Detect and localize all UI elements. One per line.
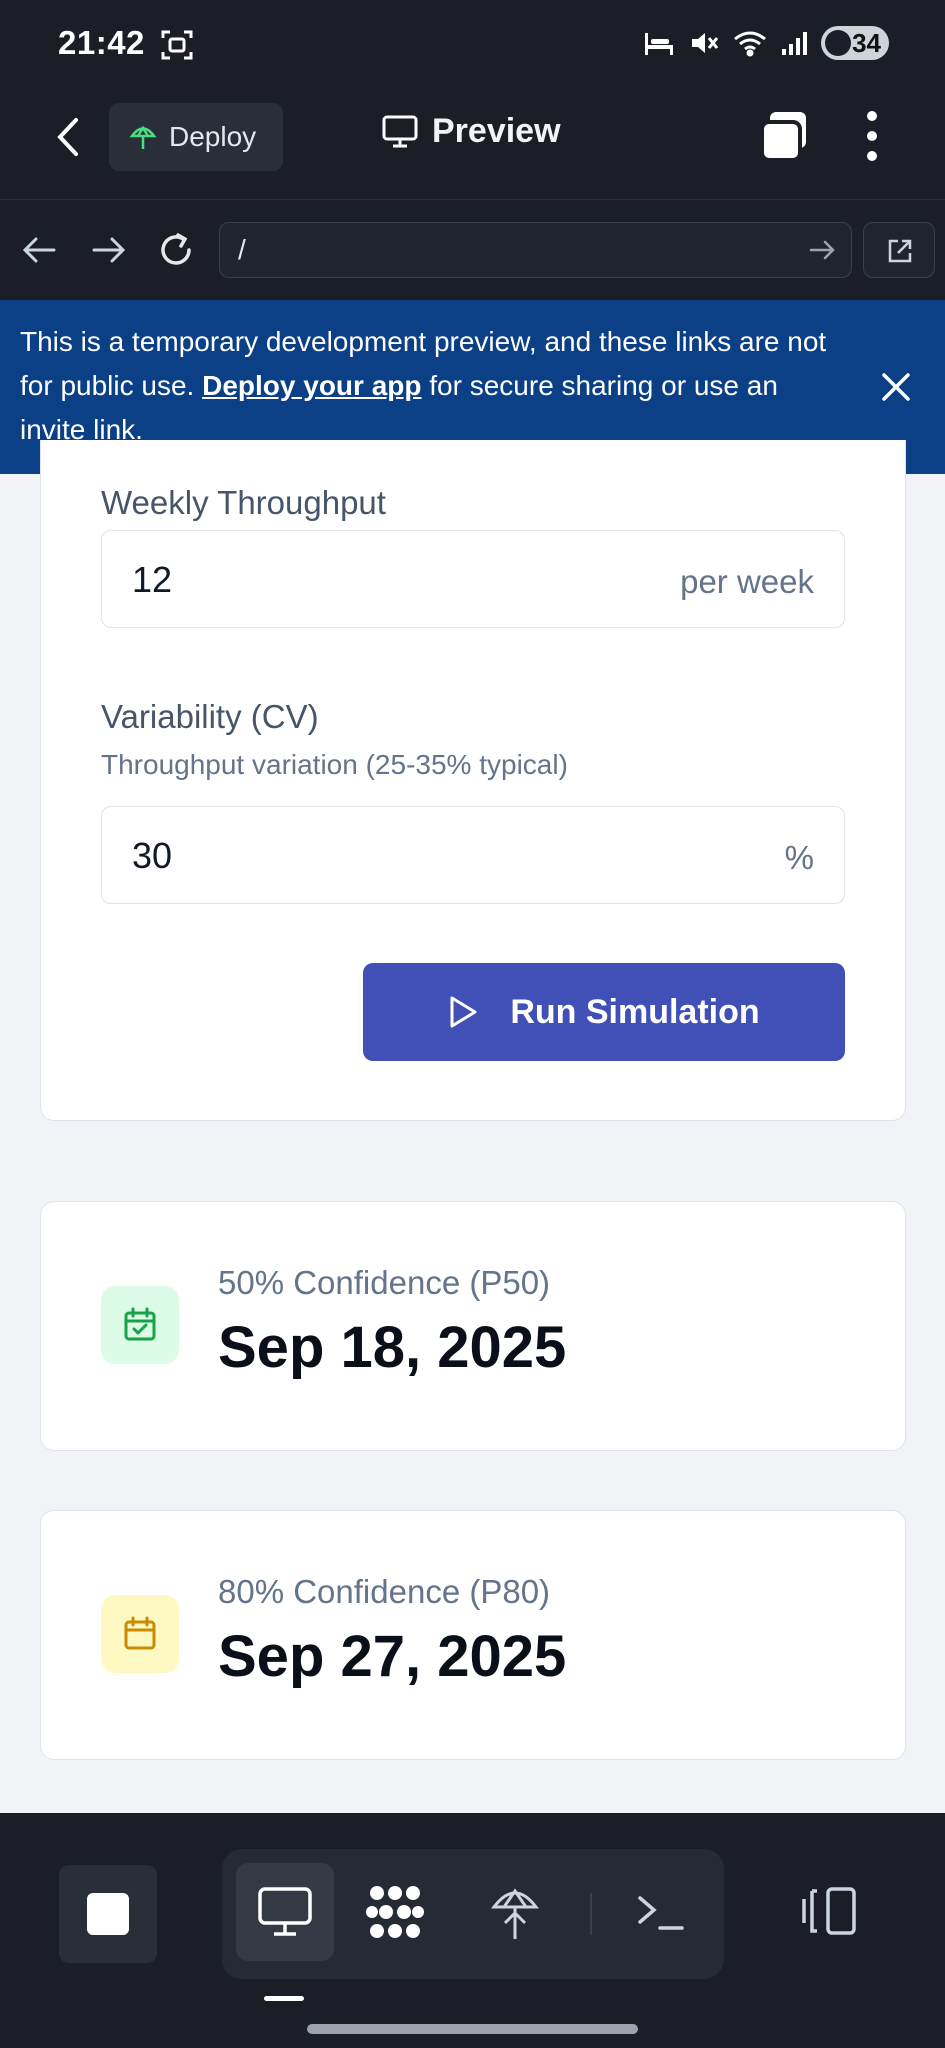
screenshot-icon (161, 30, 193, 60)
preview-tab[interactable]: Preview (382, 112, 561, 151)
banner-text: This is a temporary development preview,… (20, 320, 850, 452)
tool-deploy[interactable] (466, 1863, 564, 1961)
mute-icon (692, 33, 719, 53)
tool-separator (590, 1893, 592, 1935)
p80-date: Sep 27, 2025 (218, 1624, 567, 1689)
tabs-icon[interactable] (758, 110, 810, 162)
deploy-app-link[interactable]: Deploy your app (202, 370, 421, 401)
p80-result-card: 80% Confidence (P80) Sep 27, 2025 (40, 1510, 906, 1760)
open-external-button[interactable] (863, 222, 935, 278)
nav-back-icon[interactable] (20, 230, 60, 270)
workspace-icon (366, 1886, 424, 1938)
variability-input[interactable]: 30 % (101, 806, 845, 904)
tool-preview[interactable] (236, 1863, 334, 1961)
stop-icon (87, 1893, 129, 1935)
signal-icon (782, 32, 807, 55)
stop-button[interactable] (59, 1865, 157, 1963)
tool-workspace[interactable] (346, 1863, 444, 1961)
play-icon (450, 996, 477, 1028)
variability-help: Throughput variation (25-35% typical) (101, 749, 568, 780)
go-arrow-icon[interactable] (807, 235, 837, 265)
p80-label: 80% Confidence (P80) (218, 1573, 551, 1610)
bottom-toolbar (0, 1813, 945, 2048)
preview-label: Preview (432, 112, 561, 150)
battery-icon: 34 (821, 26, 889, 60)
wifi-icon (734, 31, 766, 57)
calendar-icon (101, 1595, 179, 1673)
variability-unit: % (784, 839, 814, 876)
monitor-icon (258, 1887, 312, 1936)
app-bar: Deploy Preview (0, 90, 945, 200)
bed-icon (645, 33, 673, 55)
tool-console[interactable] (612, 1863, 710, 1961)
deploy-icon (129, 125, 157, 149)
deploy-icon (490, 1888, 540, 1939)
run-simulation-label: Run Simulation (510, 992, 760, 1031)
nav-forward-icon[interactable] (88, 230, 128, 270)
battery-level: 34 (852, 27, 881, 58)
back-icon[interactable] (48, 112, 92, 162)
status-bar: 21:42 34 (0, 0, 945, 90)
active-tab-indicator (264, 1996, 304, 2001)
external-link-icon (888, 239, 912, 263)
calendar-check-icon (101, 1286, 179, 1364)
url-text: / (238, 234, 246, 265)
url-bar: / (0, 200, 945, 300)
deploy-label: Deploy (169, 121, 257, 152)
layout-toggle-icon[interactable] (800, 1885, 860, 1937)
home-indicator[interactable] (307, 2024, 638, 2034)
throughput-unit: per week (680, 563, 814, 600)
p50-date: Sep 18, 2025 (218, 1315, 567, 1380)
throughput-value: 12 (132, 559, 173, 600)
status-icons: 34 (643, 26, 889, 60)
deploy-button[interactable]: Deploy (109, 103, 283, 171)
variability-value: 30 (132, 835, 173, 876)
monitor-icon (382, 115, 418, 147)
terminal-icon (638, 1896, 684, 1930)
url-input[interactable]: / (219, 222, 852, 278)
reload-icon[interactable] (156, 230, 196, 270)
p50-result-card: 50% Confidence (P50) Sep 18, 2025 (40, 1201, 906, 1451)
close-icon[interactable] (876, 367, 916, 407)
variability-label: Variability (CV) (101, 698, 319, 735)
throughput-input[interactable]: 12 per week (101, 530, 845, 628)
status-time: 21:42 (58, 24, 145, 61)
p50-label: 50% Confidence (P50) (218, 1264, 551, 1301)
run-simulation-button[interactable]: Run Simulation (363, 963, 845, 1061)
throughput-label: Weekly Throughput (101, 484, 386, 521)
more-options-icon[interactable] (860, 108, 884, 164)
tool-group (222, 1849, 724, 1979)
